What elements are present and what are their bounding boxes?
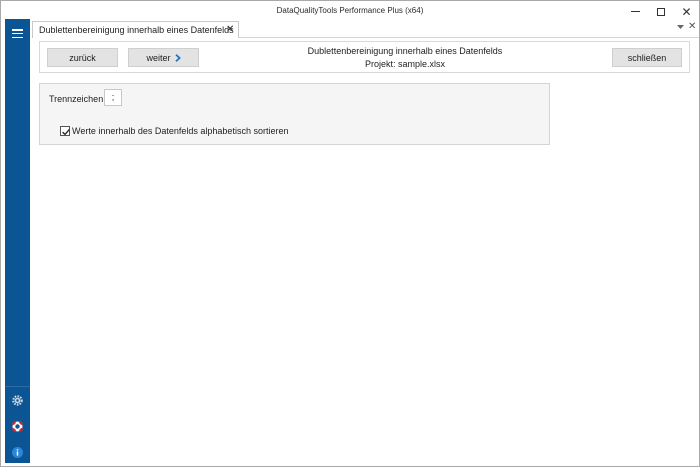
gear-icon[interactable]: [11, 394, 24, 407]
checkmark-icon: [62, 128, 70, 136]
sort-checkbox[interactable]: [60, 126, 70, 136]
app-window: DataQualityTools Performance Plus (x64) …: [0, 0, 700, 467]
help-lifebuoy-icon[interactable]: [11, 420, 24, 433]
close-button-label: schließen: [627, 52, 667, 63]
info-icon[interactable]: [11, 446, 24, 459]
page-title: Dublettenbereinigung innerhalb eines Dat…: [307, 46, 503, 56]
document-tab-bar: Dublettenbereinigung innerhalb eines Dat…: [32, 21, 699, 38]
maximize-button[interactable]: [647, 1, 674, 22]
close-button[interactable]: schließen: [612, 48, 682, 67]
chevron-right-icon: [174, 53, 181, 62]
project-name: Projekt: sample.xlsx: [364, 59, 446, 69]
sidebar-divider: [5, 386, 30, 387]
next-button[interactable]: weiter: [128, 48, 199, 67]
separator-label: Trennzeichen:: [49, 94, 106, 104]
next-button-label: weiter: [146, 52, 171, 63]
minimize-button[interactable]: [622, 1, 649, 22]
separator-input[interactable]: ;: [104, 89, 122, 106]
close-icon: ✕: [681, 4, 692, 19]
sort-checkbox-label[interactable]: Werte innerhalb des Datenfelds alphabeti…: [72, 126, 288, 136]
title-bar: DataQualityTools Performance Plus (x64) …: [1, 1, 699, 22]
options-panel: Trennzeichen: ; Werte innerhalb des Date…: [39, 83, 550, 145]
minimize-icon: [631, 11, 640, 12]
back-button[interactable]: zurück: [47, 48, 118, 67]
tab-dublettenbereinigung[interactable]: Dublettenbereinigung innerhalb eines Dat…: [32, 21, 239, 38]
tab-close-icon[interactable]: ✕: [226, 24, 234, 35]
close-all-tabs-icon[interactable]: ✕: [688, 21, 696, 32]
tab-label: Dublettenbereinigung innerhalb eines Dat…: [39, 25, 234, 35]
sidebar: [5, 19, 30, 463]
hamburger-menu-icon[interactable]: [12, 29, 23, 39]
tab-dropdown-icon[interactable]: [677, 25, 684, 29]
back-button-label: zurück: [69, 52, 96, 63]
wizard-toolbar: zurück weiter Dublettenbereinigung inner…: [39, 41, 690, 73]
window-title: DataQualityTools Performance Plus (x64): [276, 6, 424, 15]
close-window-button[interactable]: ✕: [673, 1, 700, 22]
maximize-icon: [656, 7, 665, 16]
